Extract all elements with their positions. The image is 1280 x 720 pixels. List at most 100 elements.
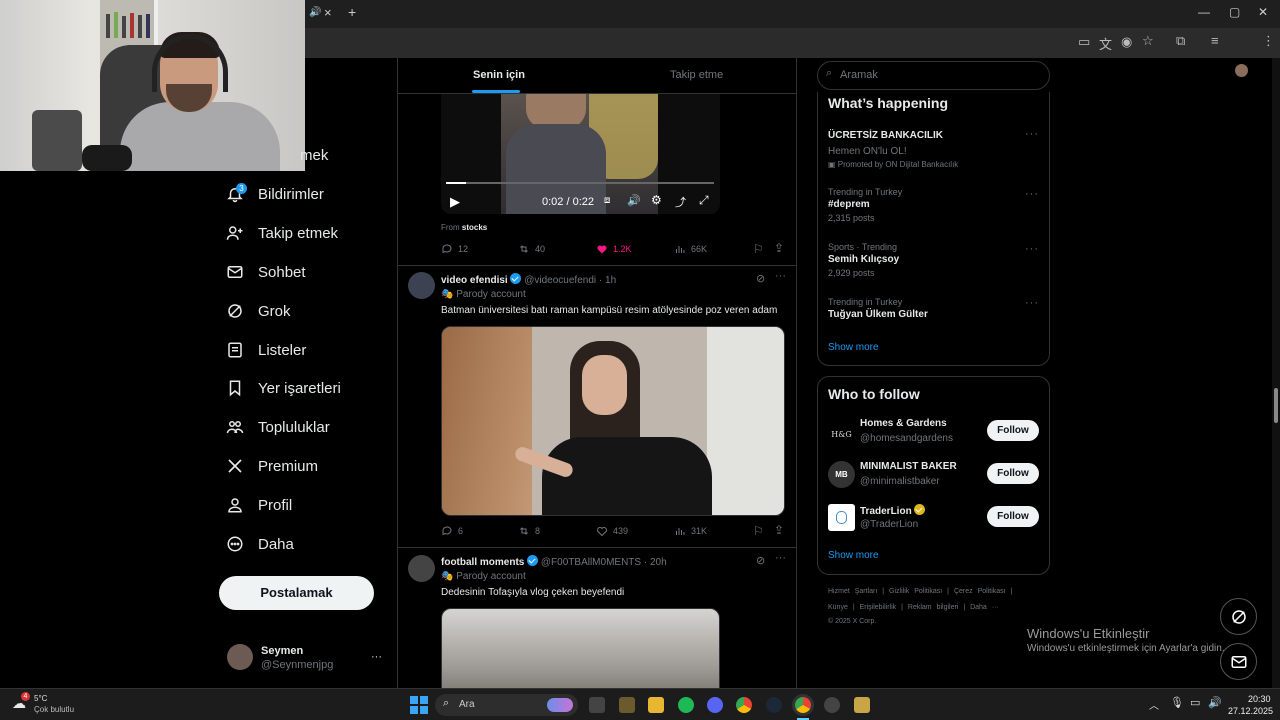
post-author-handle[interactable]: @videocuefendi bbox=[524, 275, 596, 286]
trend-item[interactable]: Sports · Trending Semih Kılıçsoy 2,929 p… bbox=[828, 242, 899, 278]
game-icon[interactable] bbox=[854, 697, 870, 713]
post-video-thumbnail[interactable] bbox=[441, 608, 720, 688]
trend-item[interactable]: Trending in Turkey #deprem 2,315 posts bbox=[828, 187, 902, 223]
weather-temp[interactable]: 5°C bbox=[34, 694, 47, 703]
follow-button[interactable]: Follow bbox=[987, 420, 1039, 441]
windows-start-icon[interactable] bbox=[410, 696, 428, 714]
app-icon[interactable] bbox=[619, 697, 635, 713]
follow-account-name[interactable]: Homes & Gardens bbox=[860, 418, 947, 429]
nav-item-lists[interactable]: Listeler bbox=[226, 335, 306, 365]
post-time[interactable]: · 1h bbox=[599, 275, 616, 286]
volume-icon[interactable]: 🔊 bbox=[627, 194, 641, 207]
nav-item-bookmarks[interactable]: Yer işaretleri bbox=[226, 373, 341, 403]
follow-account-handle[interactable]: @minimalistbaker bbox=[860, 476, 940, 487]
follow-account-name[interactable]: MINIMALIST BAKER bbox=[860, 461, 957, 472]
cast-icon[interactable]: ▭ bbox=[1078, 34, 1090, 50]
media-controls-icon[interactable]: ≡ bbox=[1211, 33, 1219, 48]
star-icon[interactable]: ☆ bbox=[1142, 33, 1154, 49]
bookmark-icon[interactable]: ⚐ bbox=[753, 242, 764, 256]
reply-action[interactable]: 6 bbox=[441, 525, 463, 537]
follow-button[interactable]: Follow bbox=[987, 506, 1039, 527]
show-more-link[interactable]: Show more bbox=[828, 342, 879, 353]
clock-time[interactable]: 20:30 bbox=[1248, 694, 1271, 704]
profile-avatar-icon[interactable] bbox=[1235, 64, 1248, 77]
play-icon[interactable]: ▶ bbox=[450, 194, 460, 210]
nav-item-premium[interactable]: Premium bbox=[226, 451, 318, 481]
obs-icon[interactable] bbox=[824, 697, 840, 713]
grok-explain-icon[interactable]: ⊘ bbox=[756, 272, 765, 285]
traderlion-avatar[interactable] bbox=[828, 504, 855, 531]
views-action[interactable]: 31K bbox=[674, 525, 707, 537]
maximize-button[interactable]: ▢ bbox=[1229, 5, 1240, 19]
search-input[interactable]: ⌕ Aramak bbox=[817, 61, 1050, 90]
post-button[interactable]: Postalamak bbox=[219, 576, 374, 610]
tab-for-you[interactable]: Senin için bbox=[473, 69, 525, 81]
follow-account-name[interactable]: TraderLion bbox=[860, 506, 912, 517]
new-tab-button[interactable]: + bbox=[348, 4, 356, 20]
weather-desc[interactable]: Çok bulutlu bbox=[34, 705, 74, 714]
nav-item-communities[interactable]: Topluluklar bbox=[226, 412, 330, 442]
views-action[interactable]: 66K bbox=[674, 243, 707, 255]
post-author-handle[interactable]: @F00TBAllM0MENTS bbox=[541, 557, 641, 568]
nav-item-profile[interactable]: Profil bbox=[226, 490, 292, 520]
trend-more-button[interactable]: ··· bbox=[1025, 188, 1039, 200]
trend-more-button[interactable]: ··· bbox=[1025, 243, 1039, 255]
video-player[interactable]: ▶ 0:02 / 0:22 ⧈ 🔊 ⚙ ⤴ ⤢ bbox=[441, 94, 720, 214]
trend-more-button[interactable]: ··· bbox=[1025, 297, 1039, 309]
fullscreen-icon[interactable]: ⤢ bbox=[699, 193, 709, 208]
microphone-icon[interactable]: 🎙 bbox=[1170, 696, 1184, 709]
page-scrollbar[interactable] bbox=[1272, 58, 1280, 688]
nav-item-messages[interactable]: Sohbet bbox=[226, 257, 306, 287]
footer-link[interactable]: Daha ··· bbox=[970, 604, 999, 611]
post-author-avatar[interactable] bbox=[408, 555, 435, 582]
network-icon[interactable]: ▭ bbox=[1190, 696, 1200, 709]
extensions-icon[interactable]: ⧉ bbox=[1176, 33, 1185, 49]
post-author-name[interactable]: football moments bbox=[441, 557, 524, 568]
post-more-button[interactable]: ··· bbox=[775, 552, 786, 564]
trend-item[interactable]: Trending in Turkey Tuğyan Ülkem Gülter bbox=[828, 297, 928, 320]
grok-fab[interactable] bbox=[1220, 598, 1257, 635]
follow-account-handle[interactable]: @homesandgardens bbox=[860, 433, 953, 444]
eye-off-icon[interactable]: ◉ bbox=[1121, 34, 1132, 50]
footer-link[interactable]: Çerez Politikası bbox=[954, 588, 1006, 595]
file-explorer-icon[interactable] bbox=[648, 697, 664, 713]
chrome-icon[interactable] bbox=[736, 697, 752, 713]
task-view-icon[interactable] bbox=[589, 697, 605, 713]
follow-button[interactable]: Follow bbox=[987, 463, 1039, 484]
trend-item[interactable]: ÜCRETSİZ BANKACILIK Hemen ON'lu OL! ▣ Pr… bbox=[828, 128, 958, 169]
trend-more-button[interactable]: ··· bbox=[1025, 128, 1039, 140]
tray-chevron-icon[interactable]: ︿ bbox=[1149, 697, 1159, 712]
footer-link[interactable]: Erişilebilirlik bbox=[860, 604, 897, 611]
nav-item-follow[interactable]: Takip etmek bbox=[226, 218, 338, 248]
translate-icon[interactable]: 文 bbox=[1099, 34, 1112, 53]
messages-fab[interactable] bbox=[1220, 643, 1257, 680]
post-more-button[interactable]: ··· bbox=[775, 270, 786, 282]
repost-action[interactable]: 8 bbox=[518, 525, 540, 537]
minimize-button[interactable]: — bbox=[1198, 5, 1210, 19]
volume-icon[interactable]: 🔊 bbox=[1208, 696, 1222, 709]
footer-link[interactable]: Künye bbox=[828, 604, 848, 611]
footer-link[interactable]: Hizmet Şartları bbox=[828, 588, 877, 595]
share-icon[interactable]: ⇪ bbox=[774, 241, 784, 255]
pip-icon[interactable]: ⤴ bbox=[675, 194, 686, 210]
post-author-name[interactable]: video efendisi bbox=[441, 275, 508, 286]
steam-icon[interactable] bbox=[766, 697, 782, 713]
menu-dots-icon[interactable]: ⋮ bbox=[1262, 33, 1275, 49]
follow-account-handle[interactable]: @TraderLion bbox=[860, 519, 918, 530]
clock-date[interactable]: 27.12.2025 bbox=[1228, 706, 1273, 716]
homes-gardens-avatar[interactable]: H&G bbox=[828, 421, 855, 448]
spotify-icon[interactable] bbox=[678, 697, 694, 713]
repost-action[interactable]: 40 bbox=[518, 243, 545, 255]
bookmark-icon[interactable]: ⚐ bbox=[753, 524, 764, 538]
close-window-button[interactable]: ✕ bbox=[1258, 5, 1268, 19]
captions-icon[interactable]: ⧈ bbox=[604, 195, 610, 206]
nav-item-grok[interactable]: Grok bbox=[226, 296, 291, 326]
scrollbar-thumb[interactable] bbox=[1274, 388, 1278, 423]
footer-link[interactable]: Gizlilik Politikası bbox=[889, 588, 942, 595]
post-image[interactable] bbox=[441, 326, 785, 516]
post-author-avatar[interactable] bbox=[408, 272, 435, 299]
tab-close-button[interactable]: × bbox=[324, 5, 332, 20]
taskbar-search[interactable]: ⌕ Ara bbox=[435, 694, 578, 716]
account-menu-button[interactable]: ··· bbox=[371, 651, 382, 663]
show-more-link[interactable]: Show more bbox=[828, 550, 879, 561]
